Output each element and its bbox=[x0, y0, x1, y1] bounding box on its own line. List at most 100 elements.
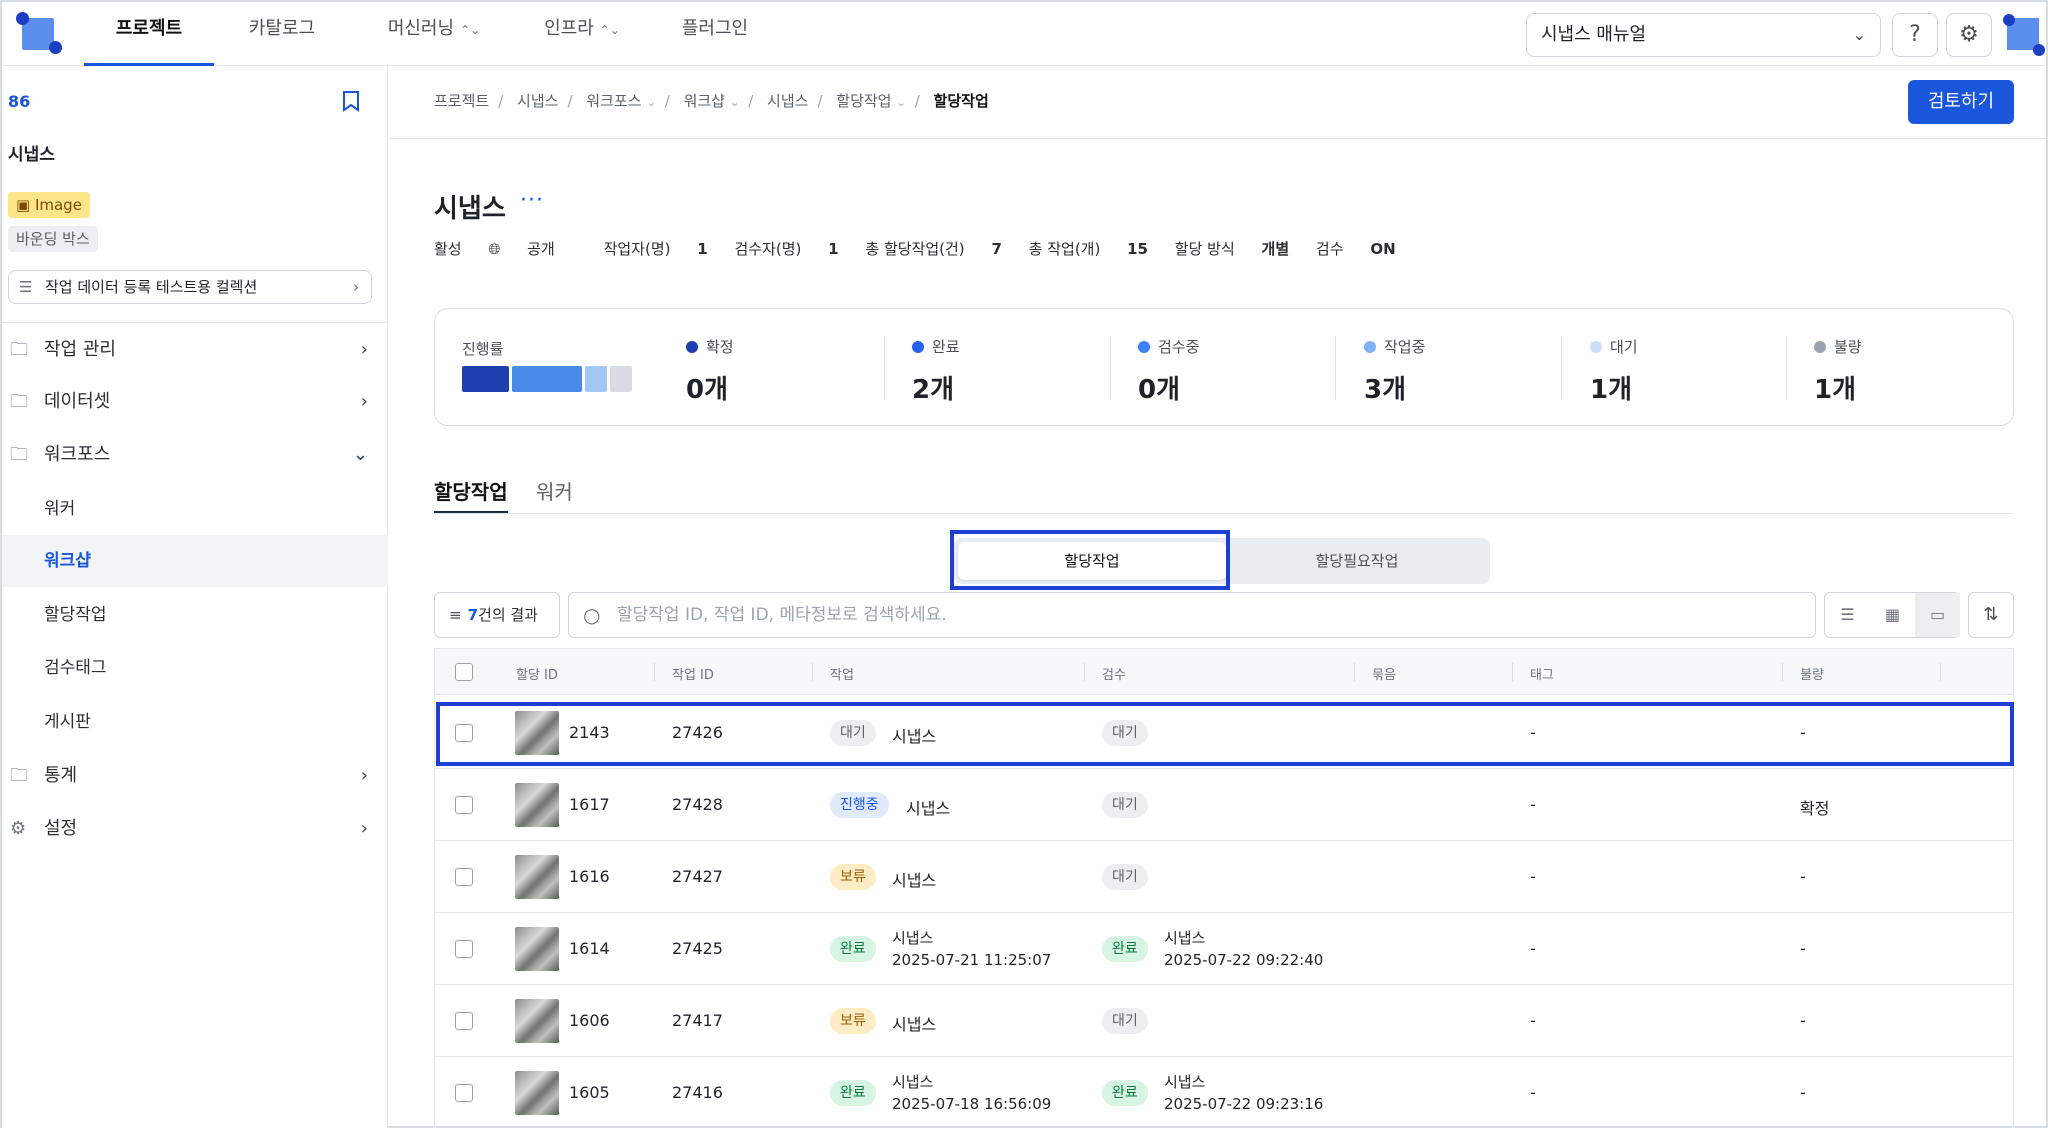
folder-icon: 🗀 bbox=[10, 444, 28, 465]
nav-tab-catalog[interactable]: 카탈로그 bbox=[234, 2, 330, 66]
row-checkbox[interactable] bbox=[455, 868, 473, 886]
column-header[interactable]: 불량 bbox=[1800, 664, 1824, 683]
highlight-box bbox=[436, 702, 2014, 766]
review-time: 2025-07-22 09:23:16 bbox=[1164, 1095, 1324, 1113]
review-info: 시냅스 2025-07-22 09:22:40 bbox=[1164, 927, 1323, 971]
sidebar-item-stats[interactable]: 🗀 통계 › bbox=[2, 750, 388, 802]
stat-defect: 불량 1개 bbox=[1814, 338, 1862, 405]
help-icon: ? bbox=[1909, 22, 1921, 47]
review-status-badge: 완료 bbox=[1102, 936, 1148, 962]
tab-assignments[interactable]: 할당작업 bbox=[434, 476, 508, 514]
assign-id[interactable]: 1617 bbox=[569, 795, 610, 814]
avatar[interactable] bbox=[2003, 14, 2045, 56]
manual-select[interactable]: 시냅스 매뉴얼 ⌄ bbox=[1526, 13, 1881, 57]
work-user: 시냅스 bbox=[892, 1015, 937, 1034]
assign-id[interactable]: 1614 bbox=[569, 939, 610, 958]
row-checkbox[interactable] bbox=[455, 1084, 473, 1102]
task-id: 27427 bbox=[672, 867, 723, 886]
sidebar-item-settings[interactable]: ⚙ 설정 › bbox=[2, 803, 388, 855]
task-thumbnail[interactable] bbox=[515, 999, 559, 1043]
nav-tab-plugin[interactable]: 플러그인 bbox=[670, 2, 760, 66]
stat-waiting: 대기 1개 bbox=[1590, 338, 1638, 405]
breadcrumb-item[interactable]: 워크포스 ⌄ bbox=[586, 92, 655, 110]
filter-button[interactable]: ≡ 7건의 결과 bbox=[434, 592, 560, 638]
review-button[interactable]: 검토하기 bbox=[1908, 80, 2014, 124]
task-thumbnail[interactable] bbox=[515, 927, 559, 971]
chevron-right-icon: › bbox=[360, 391, 368, 412]
row-checkbox[interactable] bbox=[455, 940, 473, 958]
breadcrumb-item[interactable]: 워크샵 ⌄ bbox=[684, 92, 740, 110]
more-icon[interactable]: ··· bbox=[520, 188, 544, 213]
gear-icon: ⚙ bbox=[1959, 22, 1979, 47]
reviewers-count: 검수자(명) 1 bbox=[734, 240, 839, 258]
select-all-checkbox[interactable] bbox=[455, 663, 473, 681]
breadcrumb-item[interactable]: 시냅스 bbox=[517, 92, 558, 110]
task-id: 27425 bbox=[672, 939, 723, 958]
defect-cell: - bbox=[1800, 939, 1806, 958]
status-badge: 보류 bbox=[830, 864, 876, 890]
assign-id[interactable]: 1606 bbox=[569, 1011, 610, 1030]
assign-id[interactable]: 1605 bbox=[569, 1083, 610, 1102]
task-thumbnail[interactable] bbox=[515, 1071, 559, 1115]
visibility-text: 🌐︎ 공개 bbox=[488, 240, 555, 258]
status-text: 활성 bbox=[434, 240, 462, 258]
grid-view-icon[interactable]: ▦ bbox=[1870, 593, 1915, 637]
row-checkbox[interactable] bbox=[455, 796, 473, 814]
divider bbox=[390, 138, 2046, 139]
task-thumbnail[interactable] bbox=[515, 855, 559, 899]
breadcrumb: 프로젝트 / 시냅스 / 워크포스 ⌄ / 워크샵 ⌄ / 시냅스 / 할당작업 ⌄ / 할당작업 bbox=[434, 92, 989, 110]
assign-id[interactable]: 1616 bbox=[569, 867, 610, 886]
tag-cell: - bbox=[1530, 1083, 1536, 1102]
chevron-right-icon: › bbox=[360, 818, 368, 839]
sidebar-item-board[interactable]: 게시판 bbox=[2, 696, 388, 748]
column-header[interactable]: 검수 bbox=[1102, 664, 1126, 683]
stat-confirmed: 확정 0개 bbox=[686, 338, 734, 405]
breadcrumb-item[interactable]: 프로젝트 bbox=[434, 92, 489, 110]
nav-tab-infra[interactable]: 인프라 ⌃⌄ bbox=[532, 2, 632, 66]
sidebar-item-task-management[interactable]: 🗀 작업 관리 › bbox=[2, 324, 388, 376]
folder-icon: 🗀 bbox=[10, 765, 28, 786]
column-header[interactable]: 태그 bbox=[1530, 664, 1554, 683]
sidebar-item-workforce[interactable]: 🗀 워크포스 ⌄ bbox=[2, 429, 388, 481]
nav-tab-ml[interactable]: 머신러닝 ⌃⌄ bbox=[372, 2, 496, 66]
search-input[interactable]: ○ 할당작업 ID, 작업 ID, 메타정보로 검색하세요. bbox=[568, 592, 1816, 638]
sidebar-item-assignments[interactable]: 할당작업 bbox=[2, 589, 388, 641]
row-checkbox[interactable] bbox=[455, 1012, 473, 1030]
nav-tab-projects[interactable]: 프로젝트 bbox=[84, 2, 214, 66]
image-icon: ▣ bbox=[16, 196, 35, 214]
column-header[interactable]: 작업 bbox=[830, 664, 854, 683]
sidebar-item-review-tags[interactable]: 검수태그 bbox=[2, 642, 388, 694]
search-icon: ○ bbox=[583, 603, 601, 627]
review-info: 시냅스 2025-07-22 09:23:16 bbox=[1164, 1071, 1323, 1115]
sidebar-item-worker[interactable]: 워커 bbox=[2, 483, 388, 535]
sidebar-item-workshop[interactable]: 워크샵 bbox=[2, 535, 388, 587]
review-flag: 검수 ON bbox=[1315, 240, 1396, 258]
task-thumbnail[interactable] bbox=[515, 783, 559, 827]
column-header[interactable]: 할당 ID bbox=[516, 664, 558, 683]
collection-link[interactable]: ☰ 작업 데이터 등록 테스트용 컬렉션 › bbox=[8, 270, 372, 304]
status-badge: 완료 bbox=[830, 936, 876, 962]
status-badge: 보류 bbox=[830, 1008, 876, 1034]
bookmark-icon[interactable] bbox=[342, 90, 360, 118]
preview-view-icon[interactable]: ▭ bbox=[1915, 593, 1960, 637]
work-info: 시냅스 2025-07-21 11:25:07 bbox=[892, 927, 1051, 971]
sort-icon[interactable]: ⇅ bbox=[1968, 592, 2014, 638]
stat-completed: 완료 2개 bbox=[912, 338, 960, 405]
sidebar-item-dataset[interactable]: 🗀 데이터셋 › bbox=[2, 376, 388, 428]
help-button[interactable]: ? bbox=[1892, 13, 1938, 57]
column-header[interactable]: 작업 ID bbox=[672, 664, 714, 683]
column-header[interactable]: 묶음 bbox=[1372, 664, 1396, 683]
breadcrumb-item[interactable]: 시냅스 bbox=[767, 92, 808, 110]
progress-label: 진행률 bbox=[462, 340, 504, 358]
list-view-icon[interactable]: ☰ bbox=[1825, 593, 1870, 637]
tab-workers[interactable]: 워커 bbox=[536, 476, 573, 514]
project-meta: 활성 🌐︎ 공개 작업자(명) 1 검수자(명) 1 총 할당작업(건) 7 총… bbox=[434, 238, 1418, 259]
review-user: 시냅스 bbox=[1164, 1073, 1206, 1091]
chevron-right-icon: › bbox=[360, 765, 368, 786]
defect-cell: - bbox=[1800, 1011, 1806, 1030]
segment-needs-assignment[interactable]: 할당필요작업 bbox=[1226, 542, 1488, 580]
settings-button[interactable]: ⚙ bbox=[1946, 13, 1992, 57]
app-logo[interactable] bbox=[16, 12, 62, 54]
breadcrumb-item[interactable]: 할당작업 ⌄ bbox=[836, 92, 905, 110]
work-user: 시냅스 bbox=[906, 799, 951, 818]
